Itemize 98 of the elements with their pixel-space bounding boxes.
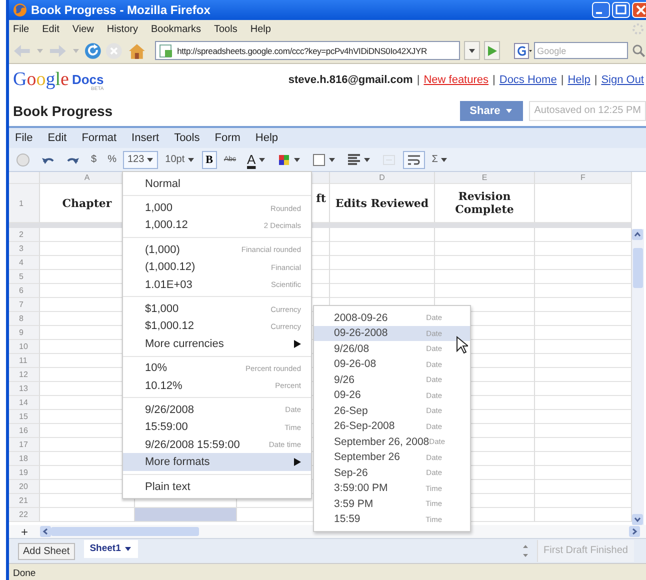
scroll-right-icon [629,526,640,537]
firefox-icon [13,3,27,17]
dropdown-button[interactable]: 10pt [161,150,199,168]
play-icon [487,46,498,56]
table-cell[interactable] [330,270,435,284]
menu-item[interactable]: Help [250,24,271,34]
sheet-tab[interactable]: Sheet1 [84,540,138,558]
menu-item[interactable]: More currencies [123,335,311,353]
align-icon [346,152,361,166]
caret-icon [328,156,336,164]
close-icon[interactable] [632,2,646,18]
table-cell[interactable] [330,284,435,298]
add-row-button[interactable]: + [9,524,40,538]
horizontal-scrollbar[interactable] [40,526,640,537]
search-engine-icon[interactable] [514,42,532,58]
selected-cell[interactable] [135,508,237,522]
table-cell[interactable] [330,242,435,256]
caret-icon [124,544,132,552]
menu-item[interactable]: Bookmarks [150,24,201,34]
wrap-icon [406,152,421,166]
table-cell[interactable] [435,270,535,284]
caret-icon [186,156,195,164]
menu-item[interactable]: History [106,24,138,34]
caret-icon [292,156,301,164]
search-icon[interactable] [632,44,646,58]
wrap-button[interactable] [402,150,425,168]
table-cell[interactable] [435,242,535,256]
status-text: Done [13,568,36,578]
format-button[interactable]: $ [87,150,101,168]
autosave-status: Autosaved on 12:25 PM [529,101,646,121]
dropdown-button[interactable]: 123 [123,150,158,168]
menu-item[interactable]: Tools [214,24,238,34]
table-cell[interactable] [435,284,535,298]
submenu-arrow-icon [294,340,301,348]
text-color-button[interactable]: A [243,150,270,168]
minimize-icon[interactable] [592,2,610,18]
menu-item[interactable]: View [72,24,94,34]
caret-icon [440,156,448,164]
account-email: steve.h.816@gmail.com [288,74,413,86]
table-cell[interactable] [435,228,535,242]
document-title: Book Progress [13,103,114,119]
reload-icon[interactable] [84,42,102,60]
search-field[interactable]: Google [534,42,628,59]
window-title: Book Progress - Mozilla Firefox [31,3,212,17]
scroll-up-icon [632,229,643,240]
borders-icon [312,152,326,166]
dropdown-button[interactable] [464,41,480,60]
spinner-icon[interactable] [522,544,528,558]
separator: | [416,74,420,86]
table-cell[interactable] [435,256,535,270]
scroll-left-icon [40,526,51,537]
separator: | [594,74,598,86]
scroll-thumb[interactable] [633,248,643,288]
header-link[interactable]: Sign Out [601,74,644,86]
separator: | [492,74,496,86]
header-link[interactable]: Help [568,74,590,86]
caret-icon [505,107,514,115]
color-grid-icon [276,152,291,166]
throbber-icon [632,23,644,35]
corner-cell[interactable] [9,172,40,184]
menu-item[interactable]: Edit [42,24,60,34]
page-icon [159,44,174,58]
forward-icon[interactable] [48,42,68,58]
back-icon[interactable] [12,42,32,58]
table-cell[interactable] [330,256,435,270]
caret-icon [258,156,266,164]
home-icon[interactable] [127,42,148,60]
caret-icon [72,46,80,54]
print-icon [16,152,30,166]
format-button[interactable]: % [104,150,120,168]
caret-icon [36,46,44,54]
table-cell[interactable] [330,228,435,242]
new-features-link[interactable]: New features [424,74,489,86]
menu-item[interactable]: File [15,132,33,144]
menu-item[interactable]: File [13,24,30,34]
menu-item[interactable]: Plain text [123,478,311,496]
submenu-arrow-icon [294,458,301,466]
caret-icon [362,156,371,164]
caret-icon [146,156,154,164]
scroll-down-icon [632,514,643,525]
address-field[interactable]: http://spreadsheets.google.com/ccc?key=pcPv4hVIDiDNS0Io42XJYR [155,41,460,60]
menu-item[interactable]: Insert [132,132,160,144]
scroll-thumb[interactable] [51,527,199,536]
vertical-scrollbar[interactable] [632,229,644,525]
mouse-pointer-icon [456,336,468,354]
menu-item[interactable]: More formats [123,453,311,471]
separator: | [560,74,564,86]
menu-item[interactable]: Help [255,132,278,144]
caret-icon [468,46,476,54]
menu-item[interactable]: Tools [174,132,200,144]
add-sheet-button[interactable]: Add Sheet [18,542,75,560]
bold-button[interactable]: B [202,150,217,168]
menu-item[interactable]: Form [214,132,240,144]
menu-item[interactable]: Edit [48,132,67,144]
header-link[interactable]: Docs Home [499,74,557,86]
maximize-icon[interactable] [612,2,630,18]
dropdown-button[interactable]: Σ [428,150,452,168]
menu-item[interactable]: Format [82,132,117,144]
